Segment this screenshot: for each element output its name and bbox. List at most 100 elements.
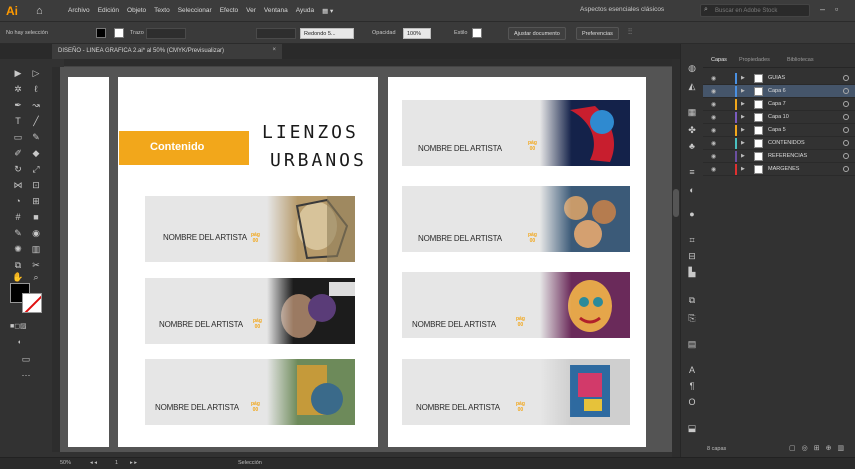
target-circle-icon[interactable] <box>843 114 849 120</box>
transform-icon[interactable]: ⌗ <box>686 234 698 246</box>
layers-icon[interactable]: ▤ <box>686 338 698 350</box>
menu-objeto[interactable]: Objeto <box>127 7 146 15</box>
artboards-icon[interactable]: ⧉ <box>686 294 698 306</box>
zoom-tool-icon[interactable]: ⌕ <box>30 271 42 283</box>
close-icon[interactable]: × <box>272 47 276 53</box>
brushes-icon[interactable]: ✤ <box>686 124 698 136</box>
menu-ver[interactable]: Ver <box>246 7 256 15</box>
layer-row[interactable]: ◉ ▶ Capa 7 <box>703 98 855 111</box>
artboard-tool-icon[interactable]: ⧉ <box>12 259 24 271</box>
menu-ayuda[interactable]: Ayuda <box>296 7 314 15</box>
fill-swatch[interactable] <box>96 28 106 38</box>
expand-arrow-icon[interactable]: ▶ <box>741 101 745 107</box>
mesh-tool-icon[interactable]: # <box>12 211 24 223</box>
menu-edicion[interactable]: Edición <box>98 7 119 15</box>
expand-arrow-icon[interactable]: ▶ <box>741 75 745 81</box>
minimize-icon[interactable]: – <box>820 4 825 14</box>
pen-tool-icon[interactable]: ✒ <box>12 99 24 111</box>
color-guide-icon[interactable]: ◭ <box>686 80 698 92</box>
line-tool-icon[interactable]: ╱ <box>30 115 42 127</box>
character-icon[interactable]: A <box>686 364 698 376</box>
align-icon[interactable]: ⊟ <box>686 250 698 262</box>
target-circle-icon[interactable] <box>843 166 849 172</box>
layer-row[interactable]: ◉ ▶ Capa 6 <box>703 85 855 98</box>
menu-seleccionar[interactable]: Seleccionar <box>178 7 212 15</box>
horizontal-ruler[interactable] <box>64 59 672 67</box>
content-card[interactable]: NOMBRE DEL ARTISTA pág 00 <box>402 100 630 166</box>
expand-arrow-icon[interactable]: ▶ <box>741 114 745 120</box>
layer-row[interactable]: ◉ ▶ MARGENES <box>703 163 855 176</box>
vertical-scrollbar[interactable] <box>672 59 680 457</box>
draw-mode-icon[interactable]: ◐ <box>14 337 26 349</box>
shaper-tool-icon[interactable]: ✐ <box>12 147 24 159</box>
perspective-grid-tool-icon[interactable]: ⊞ <box>30 195 42 207</box>
color-panel-icon[interactable]: ◍ <box>686 62 698 74</box>
target-circle-icon[interactable] <box>843 153 849 159</box>
menu-texto[interactable]: Texto <box>154 7 170 15</box>
color-mode-icon[interactable]: ■◻▨ <box>10 321 27 333</box>
slice-tool-icon[interactable]: ✂ <box>30 259 42 271</box>
document-tab[interactable]: DISEÑO - LINEA GRAFICA 2.ai* al 50% (CMY… <box>52 44 282 59</box>
layers-footer-icons[interactable]: ▢◎⊞⊕▥ <box>789 444 850 452</box>
home-icon[interactable]: ⌂ <box>36 4 50 18</box>
expand-arrow-icon[interactable]: ▶ <box>741 88 745 94</box>
layer-row[interactable]: ◉ ▶ Capa 10 <box>703 111 855 124</box>
direct-selection-tool-icon[interactable]: ▷ <box>30 67 42 79</box>
expand-arrow-icon[interactable]: ▶ <box>741 153 745 159</box>
tab-propiedades[interactable]: Propiedades <box>739 57 770 63</box>
visibility-eye-icon[interactable]: ◉ <box>711 166 716 173</box>
stroke-swatch[interactable] <box>114 28 124 38</box>
vertical-ruler[interactable] <box>52 67 60 452</box>
tab-bibliotecas[interactable]: Bibliotecas <box>787 57 814 63</box>
layer-row[interactable]: ◉ ▶ CONTENIDOS <box>703 137 855 150</box>
swatches-icon[interactable]: ▦ <box>686 106 698 118</box>
curvature-tool-icon[interactable]: ↝ <box>30 99 42 111</box>
width-tool-icon[interactable]: ⋈ <box>12 179 24 191</box>
rectangle-tool-icon[interactable]: ▭ <box>12 131 24 143</box>
paintbrush-tool-icon[interactable]: ✎ <box>30 131 42 143</box>
visibility-eye-icon[interactable]: ◉ <box>711 153 716 160</box>
graphic-style-swatch[interactable] <box>472 28 482 38</box>
symbols-icon[interactable]: ♣ <box>686 140 698 152</box>
workspace-dropdown[interactable]: Aspectos esenciales clásicos <box>580 6 664 13</box>
visibility-eye-icon[interactable]: ◉ <box>711 75 716 82</box>
visibility-eye-icon[interactable]: ◉ <box>711 127 716 134</box>
eyedropper-tool-icon[interactable]: ✎ <box>12 227 24 239</box>
expand-arrow-icon[interactable]: ▶ <box>741 166 745 172</box>
visibility-eye-icon[interactable]: ◉ <box>711 114 716 121</box>
workspace-switcher-icon[interactable]: ▦ ▾ <box>322 7 333 15</box>
shape-builder-tool-icon[interactable]: ◔ <box>12 195 24 207</box>
page-nav-next-icon[interactable]: ▸ ▸ <box>130 460 137 466</box>
content-card[interactable]: NOMBRE DEL ARTISTA pág 00 <box>145 278 355 344</box>
artboard-number[interactable]: 1 <box>115 460 118 466</box>
gradient-panel-icon[interactable]: ◐ <box>686 184 698 196</box>
arrange-icon[interactable]: ⫶⫶ <box>628 27 632 37</box>
content-card[interactable]: NOMBRE DEL ARTISTA pág 00 <box>145 359 355 425</box>
expand-arrow-icon[interactable]: ▶ <box>741 140 745 146</box>
selection-tool-icon[interactable]: ▶ <box>12 67 24 79</box>
layer-row[interactable]: ◉ ▶ Capa 5 <box>703 124 855 137</box>
pathfinder-icon[interactable]: ▙ <box>686 266 698 278</box>
menu-archivo[interactable]: Archivo <box>68 7 90 15</box>
target-circle-icon[interactable] <box>843 75 849 81</box>
magic-wand-tool-icon[interactable]: ✲ <box>12 83 24 95</box>
links-icon[interactable]: ⎘ <box>686 312 698 324</box>
stroke-color-swatch[interactable] <box>22 293 42 313</box>
content-card[interactable]: NOMBRE DEL ARTISTA pág 00 <box>402 272 630 338</box>
content-card[interactable]: NOMBRE DEL ARTISTA pág 00 <box>145 196 355 262</box>
variable-width-dropdown[interactable] <box>256 28 296 39</box>
scrollbar-thumb[interactable] <box>673 189 679 217</box>
opacity-input[interactable]: 100% <box>403 28 431 39</box>
lasso-tool-icon[interactable]: ℓ <box>30 83 42 95</box>
hand-tool-icon[interactable]: ✋ <box>12 271 24 283</box>
tab-capas[interactable]: Capas <box>711 57 727 63</box>
target-circle-icon[interactable] <box>843 101 849 107</box>
target-circle-icon[interactable] <box>843 127 849 133</box>
zoom-level[interactable]: 50% <box>60 460 71 466</box>
stroke-weight-dropdown[interactable] <box>146 28 186 39</box>
type-tool-icon[interactable]: T <box>12 115 24 127</box>
visibility-eye-icon[interactable]: ◉ <box>711 140 716 147</box>
symbol-sprayer-tool-icon[interactable]: ✺ <box>12 243 24 255</box>
layer-row[interactable]: ◉ ▶ REFERENCIAS <box>703 150 855 163</box>
content-card[interactable]: NOMBRE DEL ARTISTA pág 00 <box>402 359 630 425</box>
